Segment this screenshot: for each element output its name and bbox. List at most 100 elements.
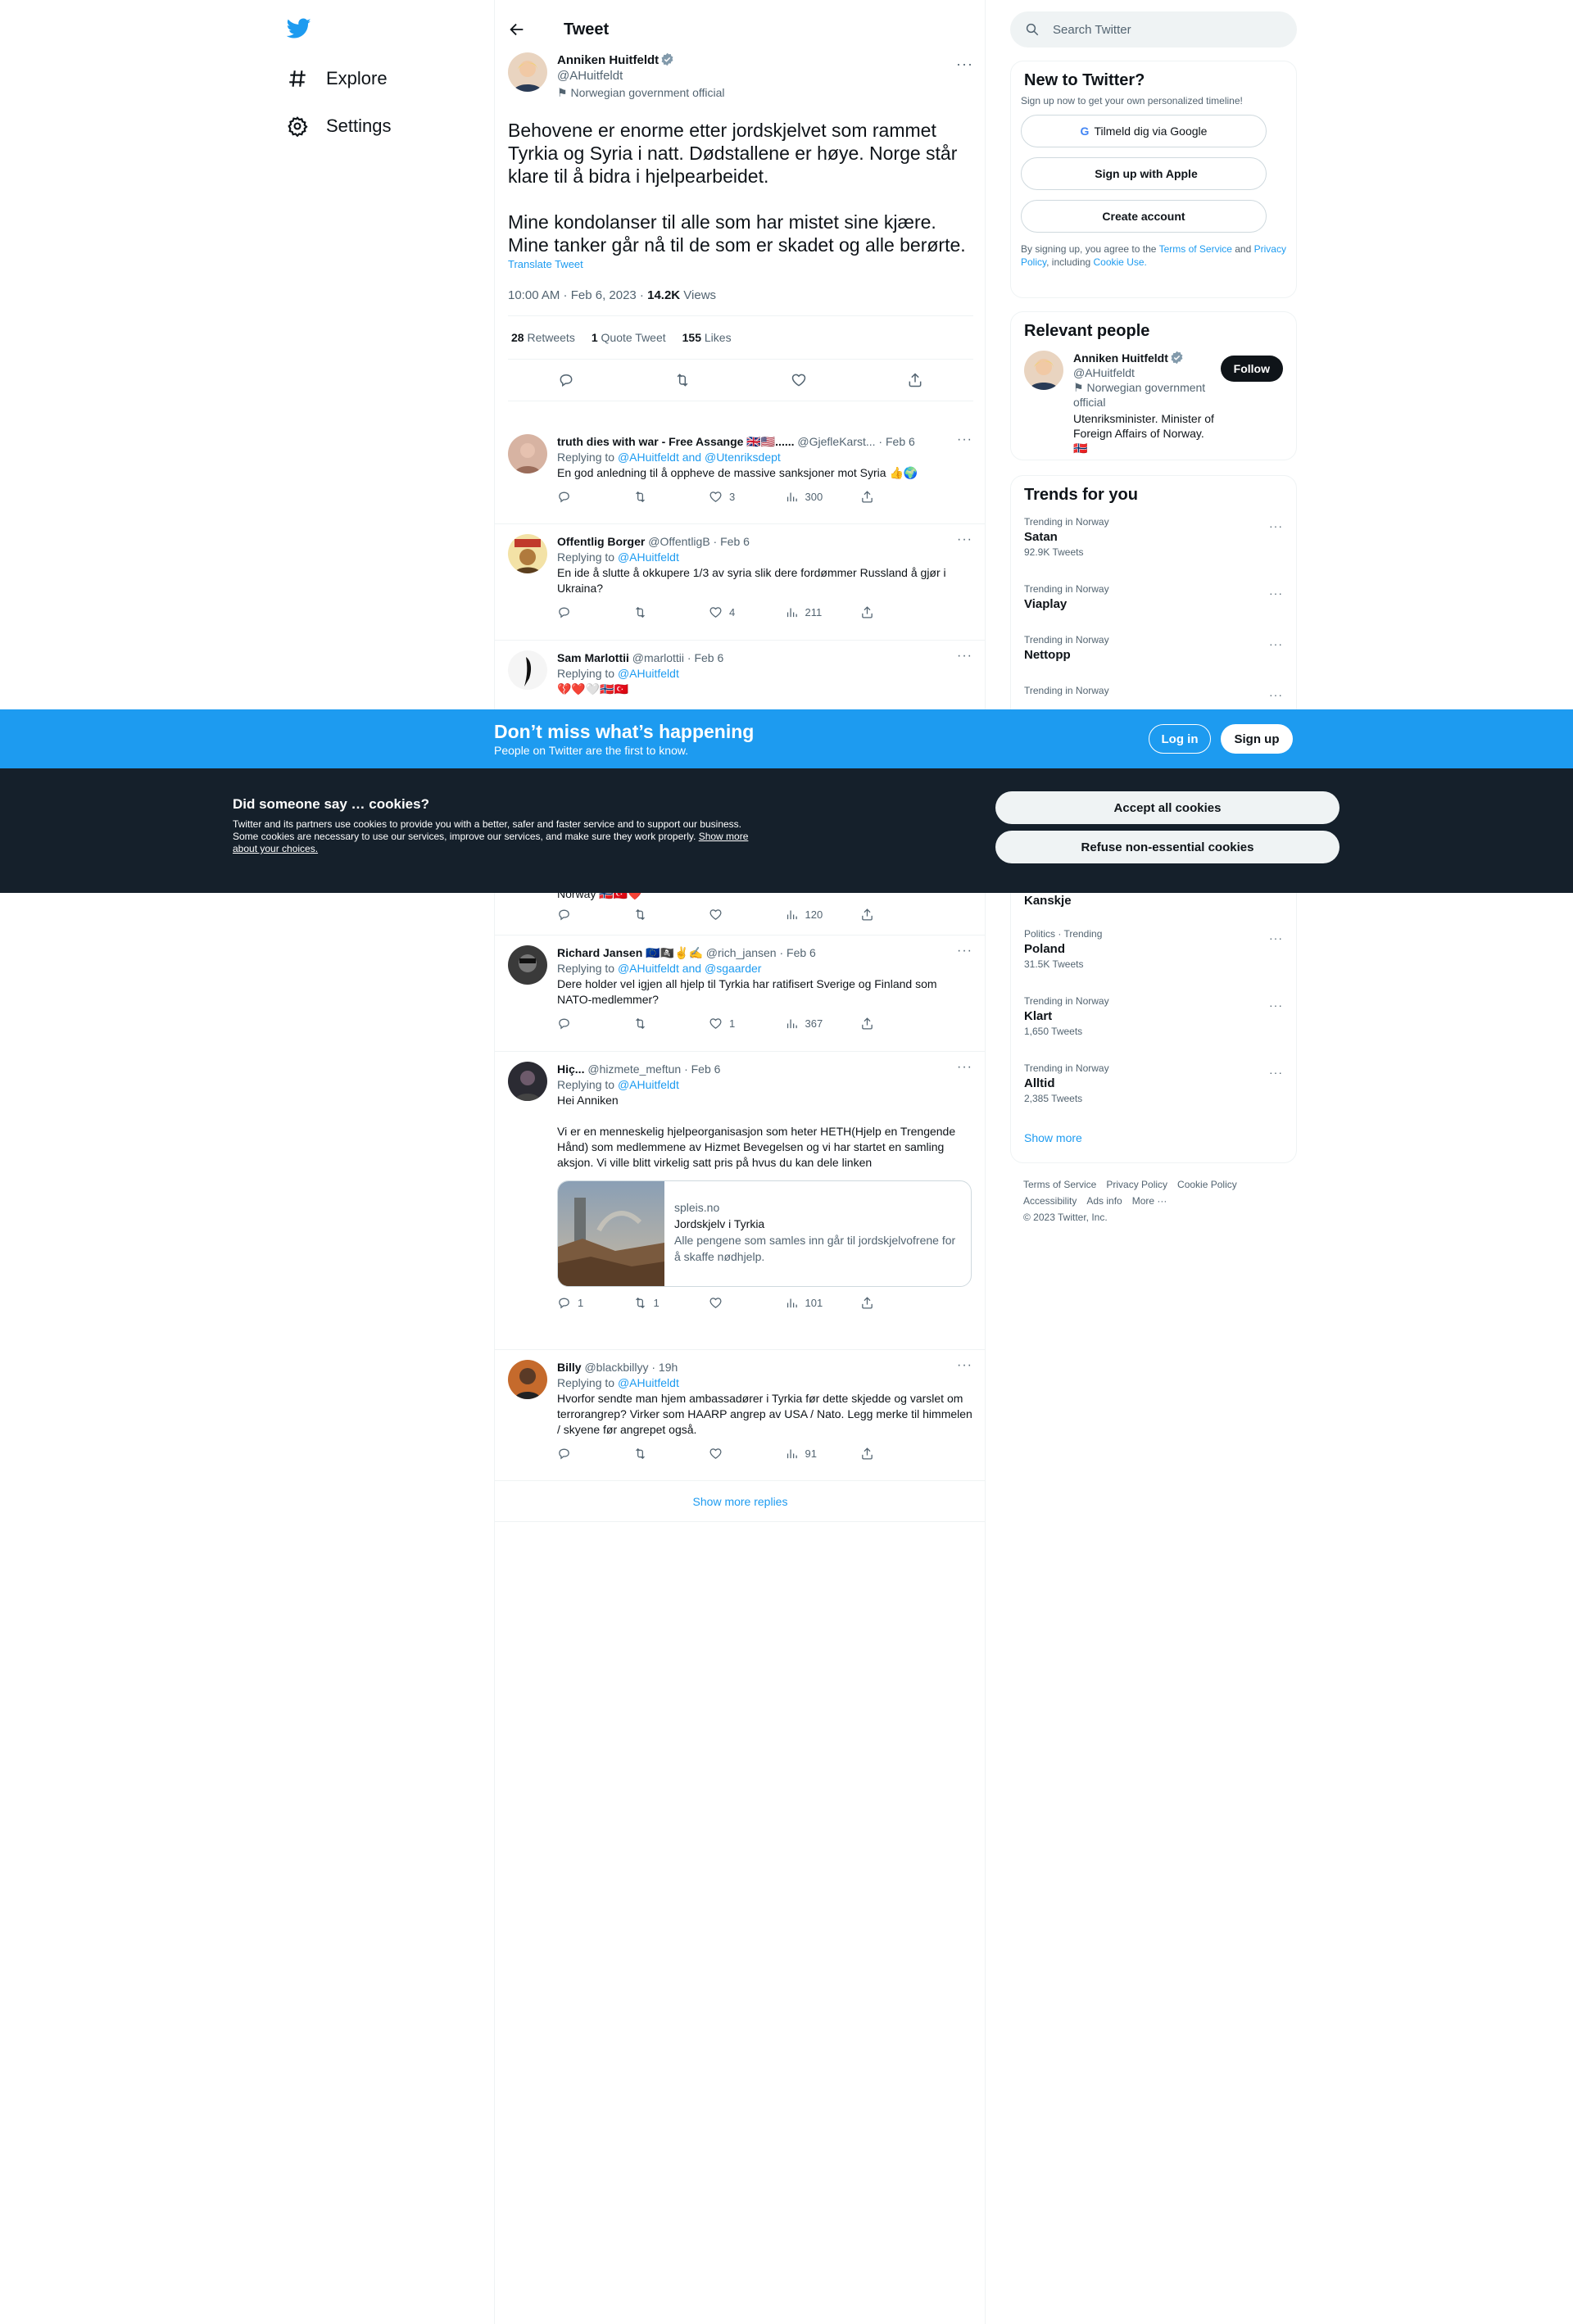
views-button[interactable]: 300	[785, 489, 834, 505]
trend-item[interactable]: Politics · Trending Poland 31.5K Tweets …	[1011, 920, 1296, 987]
reply-button[interactable]	[557, 605, 606, 620]
reply-button[interactable]: 1	[557, 1295, 606, 1311]
trend-item[interactable]: Trending in Norway Klart 1,650 Tweets ··…	[1011, 987, 1296, 1054]
create-account-button[interactable]: Create account	[1021, 200, 1267, 233]
replying-to-link[interactable]: @AHuitfeldt	[618, 1376, 679, 1389]
reply-button[interactable]	[557, 1446, 606, 1461]
replying-to-link[interactable]: @AHuitfeldt	[618, 1078, 679, 1091]
footer-privacy-link[interactable]: Privacy Policy	[1106, 1179, 1167, 1190]
google-signup-button[interactable]: G Tilmeld dig via Google	[1021, 115, 1267, 147]
follow-button[interactable]: Follow	[1220, 356, 1283, 382]
views-button[interactable]: 120	[785, 907, 834, 922]
reply-tweet[interactable]: truth dies with war - Free Assange 🇬🇧🇺🇸.…	[495, 424, 986, 524]
more-options-icon[interactable]: ···	[956, 56, 973, 73]
footer-cookie-link[interactable]: Cookie Policy	[1177, 1179, 1237, 1190]
like-icon[interactable]	[791, 372, 807, 388]
like-button[interactable]: 3	[709, 489, 758, 505]
replying-to-link[interactable]: @AHuitfeldt and @Utenriksdept	[618, 451, 781, 464]
views-button[interactable]: 101	[785, 1295, 834, 1311]
reply-author-name[interactable]: Sam Marlottii	[557, 651, 629, 664]
back-arrow-icon[interactable]	[508, 20, 526, 39]
retweet-button[interactable]	[633, 1016, 682, 1031]
trend-name[interactable]: Kanskje	[1024, 894, 1072, 908]
avatar[interactable]	[508, 534, 547, 573]
trend-item[interactable]: Trending in Norway Alltid 2,385 Tweets ·…	[1011, 1054, 1296, 1121]
reply-icon[interactable]	[558, 372, 574, 388]
more-options-icon[interactable]: ···	[957, 433, 972, 447]
reply-author-name[interactable]: truth dies with war - Free Assange 🇬🇧🇺🇸.…	[557, 435, 795, 448]
views-button[interactable]: 91	[785, 1446, 834, 1461]
share-button[interactable]	[860, 489, 909, 505]
share-button[interactable]	[860, 1446, 909, 1461]
reply-author-name[interactable]: Hiç...	[557, 1062, 584, 1076]
nav-explore[interactable]: Explore	[287, 62, 388, 95]
footer-more-link[interactable]: More ···	[1132, 1195, 1167, 1207]
twitter-logo-icon[interactable]	[287, 18, 311, 39]
reply-button[interactable]	[557, 489, 606, 505]
avatar[interactable]	[508, 945, 547, 985]
link-card[interactable]: spleis.no Jordskjelv i Tyrkia Alle penge…	[557, 1180, 972, 1287]
reply-tweet[interactable]: Hiç... @hizmete_meftun · Feb 6 Replying …	[495, 1052, 986, 1350]
avatar[interactable]	[508, 650, 547, 690]
login-button[interactable]: Log in	[1149, 724, 1211, 754]
more-options-icon[interactable]: ···	[1269, 999, 1283, 1012]
like-button[interactable]: 1	[709, 1016, 758, 1031]
cookie-use-link[interactable]: Cookie Use.	[1094, 256, 1147, 268]
like-button[interactable]	[709, 1446, 758, 1461]
like-button[interactable]	[709, 907, 758, 922]
avatar[interactable]	[508, 1062, 547, 1101]
author-handle[interactable]: @AHuitfeldt	[557, 68, 725, 84]
signup-button[interactable]: Sign up	[1221, 724, 1293, 754]
tweet-time[interactable]: 10:00 AM · Feb 6, 2023 ·	[508, 288, 647, 302]
more-options-icon[interactable]: ···	[1269, 519, 1283, 532]
footer-ads-link[interactable]: Ads info	[1086, 1195, 1122, 1207]
reply-tweet[interactable]: Billy @blackbillyy · 19h Replying to @AH…	[495, 1350, 986, 1481]
replying-to-link[interactable]: @AHuitfeldt	[618, 667, 679, 680]
share-icon[interactable]	[907, 372, 923, 388]
views-button[interactable]: 211	[785, 605, 834, 620]
retweet-button[interactable]	[633, 907, 682, 922]
retweet-button[interactable]	[633, 1446, 682, 1461]
reply-tweet[interactable]: Richard Jansen 🇪🇺🏴‍☠️✌️✍️ @rich_jansen ·…	[495, 935, 986, 1052]
apple-signup-button[interactable]: Sign up with Apple	[1021, 157, 1267, 190]
translate-tweet-link[interactable]: Translate Tweet	[508, 258, 973, 270]
more-options-icon[interactable]: ···	[957, 944, 972, 958]
share-button[interactable]	[860, 907, 909, 922]
reply-button[interactable]	[557, 907, 606, 922]
trend-item[interactable]: Trending in Norway Viaplay ···	[1011, 575, 1296, 626]
footer-terms-link[interactable]: Terms of Service	[1023, 1179, 1096, 1190]
more-options-icon[interactable]: ···	[1269, 587, 1283, 600]
author-avatar[interactable]	[508, 52, 547, 92]
retweet-icon[interactable]	[674, 372, 691, 388]
retweet-button[interactable]	[633, 605, 682, 620]
more-options-icon[interactable]: ···	[1269, 931, 1283, 945]
author-name[interactable]: Anniken Huitfeldt	[557, 53, 659, 67]
likes-stat[interactable]: 155 Likes	[682, 331, 732, 344]
more-options-icon[interactable]: ···	[1269, 688, 1283, 701]
relevant-person[interactable]: Anniken Huitfeldt @AHuitfeldt ⚑ Norwegia…	[1011, 351, 1296, 455]
show-more-replies-link[interactable]: Show more replies	[495, 1481, 986, 1522]
more-options-icon[interactable]: ···	[957, 1060, 972, 1075]
share-button[interactable]	[860, 605, 909, 620]
reply-author-name[interactable]: Billy	[557, 1361, 582, 1374]
trend-item[interactable]: Trending in Norway Nettopp ···	[1011, 626, 1296, 677]
more-options-icon[interactable]: ···	[957, 1358, 972, 1373]
avatar[interactable]	[508, 1360, 547, 1399]
retweet-button[interactable]	[633, 489, 682, 505]
more-options-icon[interactable]: ···	[957, 532, 972, 547]
trend-item[interactable]: Trending in Norway Satan 92.9K Tweets ··…	[1011, 508, 1296, 575]
like-button[interactable]	[709, 1295, 758, 1311]
share-button[interactable]	[860, 1016, 909, 1031]
accept-cookies-button[interactable]: Accept all cookies	[995, 791, 1340, 824]
quotes-stat[interactable]: 1 Quote Tweet	[592, 331, 666, 344]
reply-author-name[interactable]: Richard Jansen 🇪🇺🏴‍☠️✌️✍️	[557, 946, 703, 959]
nav-settings[interactable]: Settings	[287, 110, 392, 143]
more-options-icon[interactable]: ···	[1269, 637, 1283, 650]
like-button[interactable]: 4	[709, 605, 758, 620]
footer-accessibility-link[interactable]: Accessibility	[1023, 1195, 1077, 1207]
reply-button[interactable]	[557, 1016, 606, 1031]
avatar[interactable]	[508, 434, 547, 473]
search-input[interactable]: Search Twitter	[1010, 11, 1297, 48]
terms-link[interactable]: Terms of Service	[1159, 243, 1232, 255]
replying-to-link[interactable]: @AHuitfeldt and @sgaarder	[618, 962, 762, 975]
